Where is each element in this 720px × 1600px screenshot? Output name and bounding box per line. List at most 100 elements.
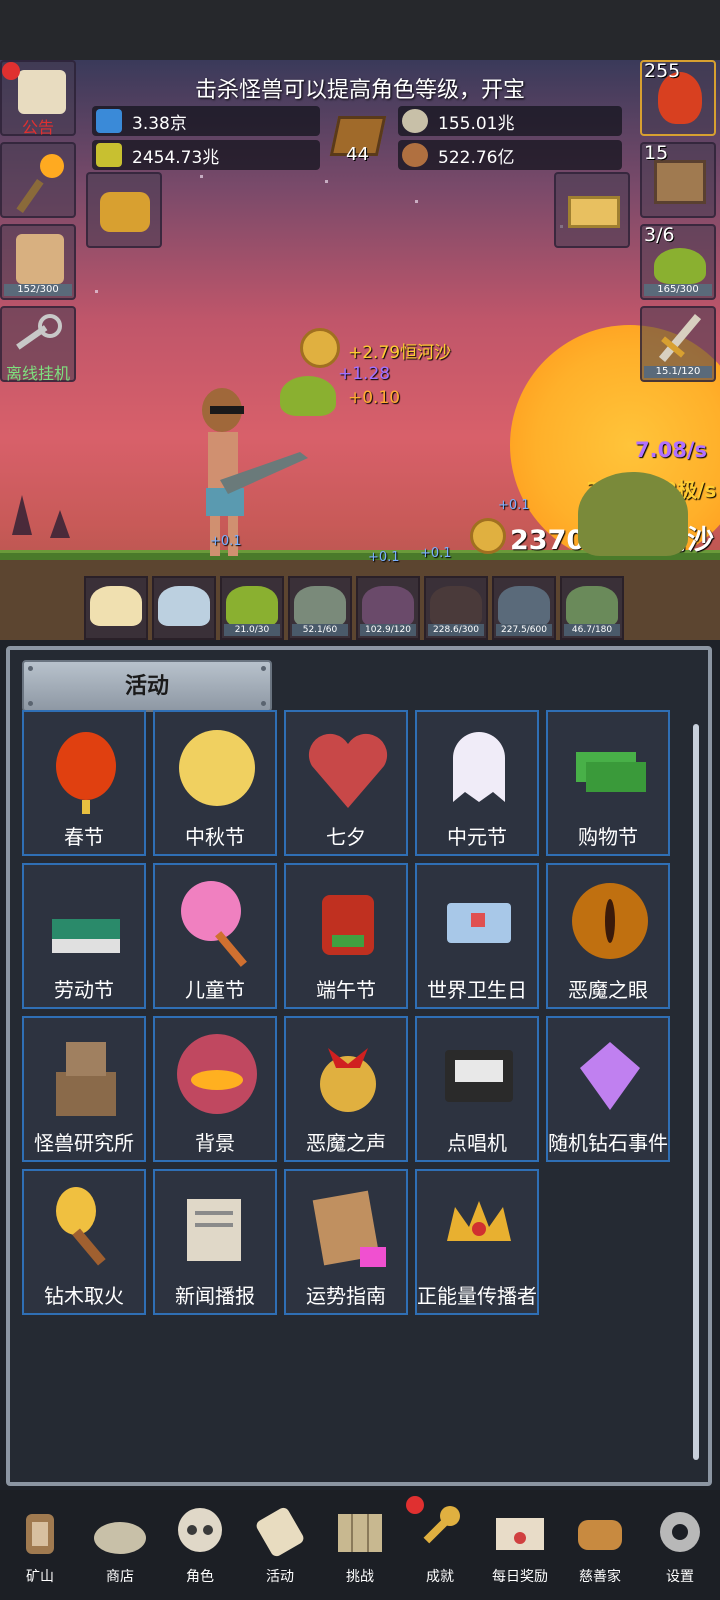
lantern-icon bbox=[12, 1500, 68, 1560]
monster-slot-bat[interactable]: 102.9/120 bbox=[356, 576, 420, 640]
dragon-mask-icon bbox=[308, 875, 388, 971]
offline-idle-button[interactable]: 离线挂机 bbox=[0, 306, 76, 383]
nav-gear[interactable]: 设置 bbox=[640, 1490, 720, 1600]
rate-purple-text: 7.08/s bbox=[635, 438, 707, 462]
monster-slot-candle[interactable] bbox=[84, 576, 148, 640]
book-button[interactable]: 44 bbox=[328, 110, 388, 166]
activity-dragon-mask[interactable]: 端午节 bbox=[284, 863, 408, 1009]
activity-label: 正能量传播者 bbox=[417, 1284, 537, 1308]
activity-label: 随机钻石事件 bbox=[548, 1131, 668, 1155]
monster-slot-goblin[interactable]: 46.7/180 bbox=[560, 576, 624, 640]
monster-slot-green-slime[interactable]: 21.0/30 bbox=[220, 576, 284, 640]
activity-cash[interactable]: 购物节 bbox=[546, 710, 670, 856]
activity-label: 点唱机 bbox=[447, 1131, 507, 1155]
activity-news[interactable]: 新闻播报 bbox=[153, 1169, 277, 1315]
eye-icon bbox=[570, 875, 650, 971]
lollipop-icon bbox=[177, 875, 257, 971]
activity-lab[interactable]: 怪兽研究所 bbox=[22, 1016, 146, 1162]
monster-progress: 227.5/600 bbox=[496, 624, 552, 636]
bread-icon bbox=[572, 1500, 628, 1560]
torch-icon bbox=[46, 1181, 126, 1277]
activity-label: 儿童节 bbox=[185, 978, 245, 1002]
activity-label: 春节 bbox=[64, 825, 104, 849]
nav-skull[interactable]: 角色 bbox=[160, 1490, 240, 1600]
bottom-nav: 矿山 商店 角色 活动 挑战 成就 每日奖励 慈善家 设置 bbox=[0, 1490, 720, 1600]
nav-bread[interactable]: 慈善家 bbox=[560, 1490, 640, 1600]
candle-icon bbox=[90, 586, 142, 626]
activity-label: 背景 bbox=[195, 1131, 235, 1155]
activity-diamond[interactable]: 随机钻石事件 bbox=[546, 1016, 670, 1162]
activity-ghost[interactable]: 中元节 bbox=[415, 710, 539, 856]
star bbox=[200, 175, 203, 178]
panel-title[interactable]: 活动 bbox=[22, 660, 272, 712]
resource-silver: 155.01兆 bbox=[398, 106, 622, 136]
gear-icon bbox=[652, 1500, 708, 1560]
potion-count: 255 bbox=[644, 60, 681, 82]
potion-button[interactable]: 255 bbox=[640, 60, 716, 136]
slime-button[interactable]: 3/6 165/300 bbox=[640, 224, 716, 300]
brush-icon bbox=[46, 875, 126, 971]
drink-button[interactable]: 152/300 bbox=[0, 224, 76, 300]
fortune-icon bbox=[308, 1181, 388, 1277]
hint-banner: 击杀怪兽可以提高角色等级，开宝 bbox=[194, 78, 525, 103]
ghost-icon bbox=[439, 722, 519, 818]
meat-icon bbox=[402, 143, 428, 167]
activity-fortune[interactable]: 运势指南 bbox=[284, 1169, 408, 1315]
activity-cassette[interactable]: 点唱机 bbox=[415, 1016, 539, 1162]
nav-coin-pile[interactable]: 商店 bbox=[80, 1490, 160, 1600]
activity-bell[interactable]: 恶魔之声 bbox=[284, 1016, 408, 1162]
slime-icon bbox=[654, 248, 706, 284]
sword-button[interactable]: 15.1/120 bbox=[640, 306, 716, 382]
yellow-potion-icon bbox=[96, 143, 122, 167]
gold-bar-icon bbox=[568, 196, 620, 228]
coin-icon bbox=[300, 328, 340, 368]
activity-ambulance[interactable]: 世界卫生日 bbox=[415, 863, 539, 1009]
scroll-icon bbox=[18, 70, 66, 114]
activity-eye[interactable]: 恶魔之眼 bbox=[546, 863, 670, 1009]
monster-slot-hooded[interactable]: 227.5/600 bbox=[492, 576, 556, 640]
torch-button[interactable] bbox=[0, 142, 76, 218]
golden-key-button[interactable] bbox=[86, 172, 162, 248]
bell-icon bbox=[308, 1028, 388, 1124]
activity-moon[interactable]: 中秋节 bbox=[153, 710, 277, 856]
rivet bbox=[28, 666, 33, 671]
activity-lantern[interactable]: 春节 bbox=[22, 710, 146, 856]
notice-button[interactable]: 公告 bbox=[0, 60, 76, 137]
resource-value: 3.38京 bbox=[132, 113, 187, 134]
heart-icon bbox=[308, 722, 388, 818]
activity-brush[interactable]: 劳动节 bbox=[22, 863, 146, 1009]
slime-count: 3/6 bbox=[644, 224, 675, 246]
moon-icon bbox=[177, 722, 257, 818]
cash-icon bbox=[570, 722, 650, 818]
nav-letter[interactable]: 每日奖励 bbox=[480, 1490, 560, 1600]
activity-heart[interactable]: 七夕 bbox=[284, 710, 408, 856]
activity-crown[interactable]: 正能量传播者 bbox=[415, 1169, 539, 1315]
activity-torch[interactable]: 钻木取火 bbox=[22, 1169, 146, 1315]
small-gain-text: +0.1 bbox=[498, 498, 530, 513]
monster-slot-spider[interactable]: 228.6/300 bbox=[424, 576, 488, 640]
nav-map[interactable]: 挑战 bbox=[320, 1490, 400, 1600]
monster-slot-egg[interactable] bbox=[152, 576, 216, 640]
mug-icon bbox=[16, 234, 64, 284]
notification-dot bbox=[406, 1496, 424, 1514]
nav-lantern[interactable]: 矿山 bbox=[0, 1490, 80, 1600]
gold-bar-button[interactable] bbox=[554, 172, 630, 248]
crown-icon bbox=[439, 1181, 519, 1277]
offline-label: 离线挂机 bbox=[5, 364, 70, 383]
rivet bbox=[28, 701, 33, 706]
scrollbar[interactable] bbox=[693, 724, 699, 1460]
activity-lollipop[interactable]: 儿童节 bbox=[153, 863, 277, 1009]
gain-gold-text: +2.79恒河沙 bbox=[348, 343, 452, 363]
rivet bbox=[261, 666, 266, 671]
chest-button[interactable]: 15 bbox=[640, 142, 716, 218]
nav-key[interactable]: 成就 bbox=[400, 1490, 480, 1600]
nav-label: 慈善家 bbox=[579, 1569, 621, 1585]
activity-sunset[interactable]: 背景 bbox=[153, 1016, 277, 1162]
resource-meat: 522.76亿 bbox=[398, 140, 622, 170]
monster-slot-gray-blob[interactable]: 52.1/60 bbox=[288, 576, 352, 640]
star bbox=[95, 290, 98, 293]
panel-title-text: 活动 bbox=[124, 674, 169, 699]
star bbox=[325, 180, 328, 183]
nav-scroll[interactable]: 活动 bbox=[240, 1490, 320, 1600]
resource-blue-potion: 3.38京 bbox=[92, 106, 320, 136]
